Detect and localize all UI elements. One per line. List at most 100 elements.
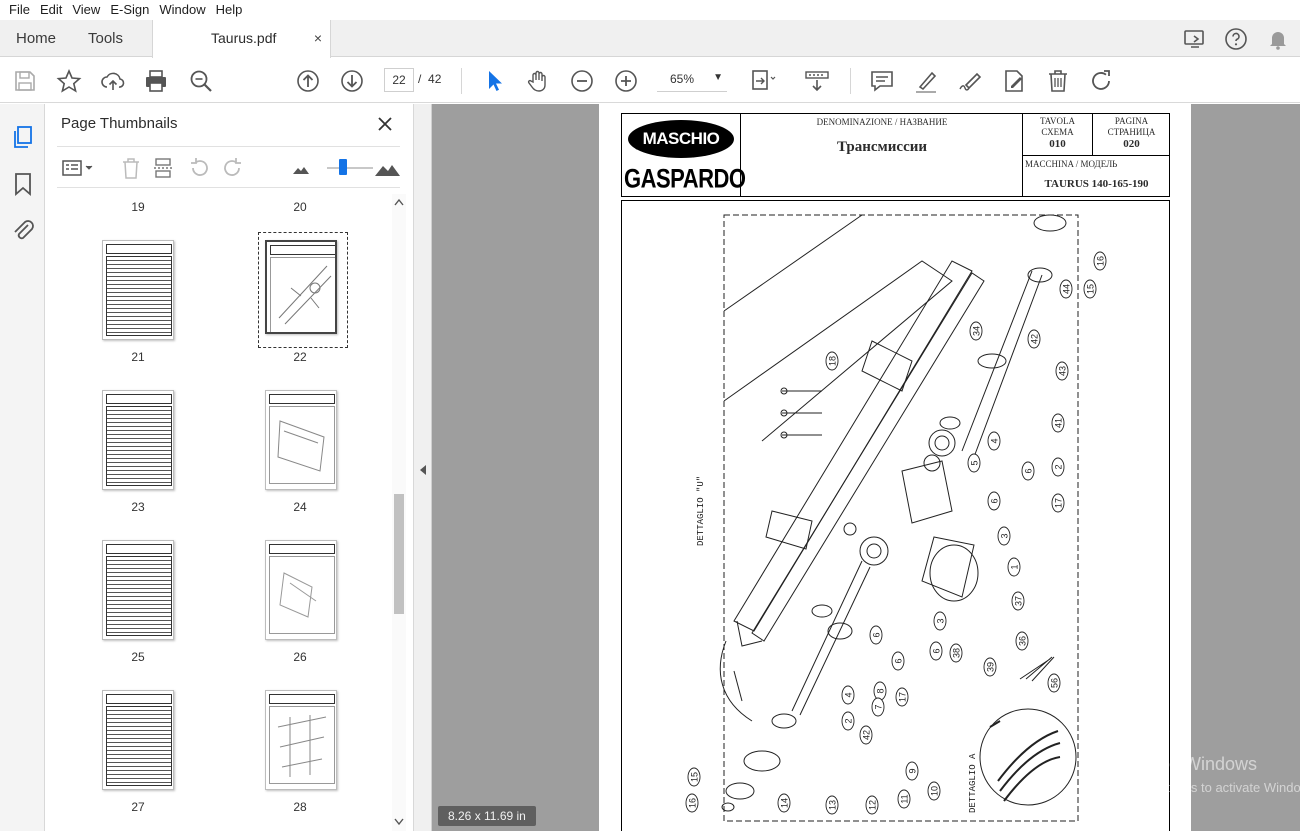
callout-16: 16 [685, 793, 699, 813]
callout-42: 42 [1027, 329, 1041, 349]
page-separator: / [418, 72, 422, 86]
bookmarks-icon[interactable] [10, 171, 36, 197]
page-thumbnail-21[interactable] [102, 240, 174, 340]
scrollbar-thumb[interactable] [394, 494, 404, 614]
menu-window[interactable]: Window [154, 0, 210, 20]
model-value: TAURUS 140-165-190 [1044, 178, 1149, 190]
smaller-thumbnails-icon[interactable] [289, 156, 313, 180]
svg-text:2: 2 [844, 718, 854, 723]
insert-page-icon[interactable] [152, 156, 176, 180]
previous-page-icon[interactable] [295, 68, 321, 94]
zoom-in-icon[interactable] [613, 68, 639, 94]
document-canvas[interactable]: MASCHIO GASPARDO DENOMINAZIONE / НАЗВАНИ… [432, 104, 1300, 831]
print-icon[interactable] [143, 68, 169, 94]
close-tab-icon[interactable]: × [314, 20, 322, 57]
page-thumbnail-28[interactable] [265, 690, 337, 790]
page-thumbnail-25[interactable] [102, 540, 174, 640]
logo-gaspardo: GASPARDO [624, 163, 746, 194]
callout-41: 41 [1051, 413, 1065, 433]
callout-43: 43 [1055, 361, 1069, 381]
save-icon[interactable] [12, 68, 38, 94]
thumb-header [269, 694, 335, 704]
scroll-down-icon[interactable] [394, 818, 404, 826]
menu-edit[interactable]: Edit [35, 0, 67, 20]
delete-page-icon[interactable] [119, 156, 143, 180]
thumbnail-scrollbar[interactable] [392, 194, 406, 831]
rotate-right-icon[interactable] [221, 156, 245, 180]
callout-3: 3 [997, 526, 1011, 546]
callout-8: 8 [873, 681, 887, 701]
rotate-left-icon[interactable] [187, 156, 211, 180]
pagina-cell: PAGINA СТРАНИЦА 020 [1093, 114, 1170, 156]
detail-u-label: DETTAGLIO "U" [696, 475, 706, 546]
thumb-header [106, 394, 172, 404]
menu-help[interactable]: Help [211, 0, 248, 20]
attachments-paperclip-icon[interactable] [10, 217, 36, 243]
thumb-header [269, 394, 335, 404]
rotate-redo-icon[interactable] [1089, 68, 1115, 94]
page-thumbnail-22[interactable] [265, 240, 337, 334]
edit-pdf-icon[interactable] [1001, 68, 1027, 94]
svg-text:34: 34 [972, 326, 982, 336]
svg-text:6: 6 [872, 632, 882, 637]
next-page-icon[interactable] [339, 68, 365, 94]
find-zoom-icon[interactable] [188, 68, 214, 94]
fit-page-icon[interactable] [750, 68, 776, 94]
callout-7: 7 [871, 697, 885, 717]
zoom-out-icon[interactable] [569, 68, 595, 94]
tab-home[interactable]: Home [16, 20, 56, 57]
callout-14: 14 [777, 793, 791, 813]
draw-sign-icon[interactable] [957, 68, 983, 94]
menu-esign[interactable]: E-Sign [105, 0, 154, 20]
svg-text:6: 6 [1024, 468, 1034, 473]
bookmark-star-icon[interactable] [56, 68, 82, 94]
svg-text:6: 6 [932, 648, 942, 653]
pdf-page: MASCHIO GASPARDO DENOMINAZIONE / НАЗВАНИ… [599, 104, 1191, 831]
page-thumbnail-26[interactable] [265, 540, 337, 640]
scroll-up-icon[interactable] [394, 198, 404, 206]
scrolling-mode-icon[interactable] [804, 68, 830, 94]
close-panel-icon[interactable] [375, 114, 395, 134]
select-pointer-icon[interactable] [481, 68, 507, 94]
svg-text:15: 15 [1086, 284, 1096, 294]
thumbnail-options-icon[interactable] [61, 156, 95, 180]
menu-view[interactable]: View [67, 0, 105, 20]
thumb-header [270, 245, 335, 255]
thumbnails-panel: Page Thumbnails 19 20 21 22 23 24 25 26 … [45, 104, 414, 831]
thumbnail-size-slider[interactable] [327, 167, 373, 169]
model-label: MACCHINA / МОДЕЛЬ [1025, 159, 1118, 169]
menu-file[interactable]: File [4, 0, 35, 20]
callout-13: 13 [825, 795, 839, 815]
thumb-header [106, 694, 172, 704]
page-thumbnail-24[interactable] [265, 390, 337, 490]
share-screen-icon[interactable] [1183, 27, 1207, 51]
comment-icon[interactable] [869, 68, 895, 94]
collapse-panel-icon[interactable] [419, 464, 427, 476]
larger-thumbnails-icon[interactable] [373, 156, 401, 180]
panel-collapse-gutter[interactable] [414, 104, 432, 831]
thumbnail-label: 28 [293, 800, 307, 814]
hand-tool-icon[interactable] [525, 68, 551, 94]
upload-cloud-icon[interactable] [100, 68, 126, 94]
delete-trash-icon[interactable] [1045, 68, 1071, 94]
highlight-pen-icon[interactable] [913, 68, 939, 94]
svg-text:6: 6 [990, 498, 1000, 503]
callout-12: 12 [865, 795, 879, 815]
svg-text:15: 15 [690, 772, 700, 782]
tab-tools[interactable]: Tools [88, 20, 123, 57]
callout-2: 2 [1051, 457, 1065, 477]
notification-bell-icon[interactable] [1266, 27, 1290, 51]
denomination-title: Трансмиссии [836, 139, 928, 155]
zoom-level-select[interactable]: 65% ▼ [657, 68, 727, 92]
tab-document[interactable]: Taurus.pdf × [152, 20, 331, 58]
page-number-input[interactable] [384, 68, 414, 92]
thumbnail-label: 22 [293, 350, 307, 364]
help-icon[interactable] [1224, 27, 1248, 51]
thumb-table [106, 406, 172, 486]
slider-handle[interactable] [339, 159, 347, 175]
callout-6: 6 [987, 491, 1001, 511]
page-thumbnails-icon[interactable] [10, 124, 36, 150]
svg-text:44: 44 [1062, 284, 1072, 294]
page-thumbnail-27[interactable] [102, 690, 174, 790]
page-thumbnail-23[interactable] [102, 390, 174, 490]
